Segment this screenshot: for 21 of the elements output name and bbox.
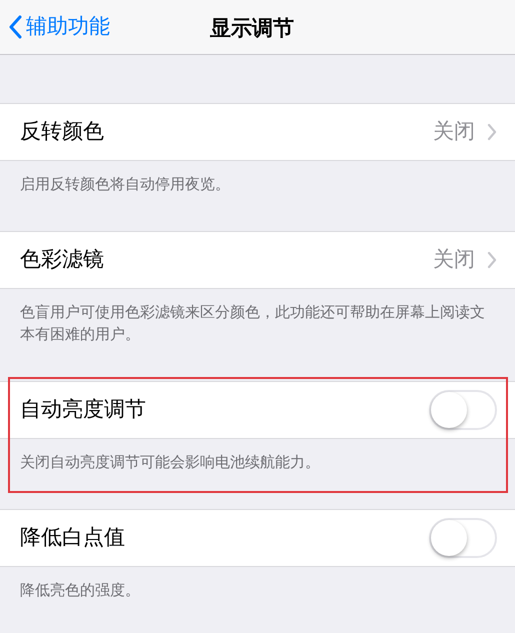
row-value: 关闭 (433, 246, 475, 274)
row-value: 关闭 (433, 118, 475, 146)
row-title: 反转颜色 (20, 118, 104, 146)
toggle-switch[interactable] (429, 390, 497, 430)
row-title: 色彩滤镜 (20, 246, 104, 274)
section-footer: 关闭自动亮度调节可能会影响电池续航能力。 (20, 451, 495, 473)
settings-row[interactable]: 反转颜色 关闭 (0, 103, 515, 161)
chevron-left-icon (8, 15, 22, 39)
section-footer: 启用反转颜色将自动停用夜览。 (20, 173, 495, 195)
settings-row[interactable]: 色彩滤镜 关闭 (0, 231, 515, 289)
back-button[interactable]: 辅助功能 (0, 11, 110, 43)
section-footer: 降低亮色的强度。 (20, 579, 495, 601)
chevron-right-icon (487, 251, 497, 269)
chevron-right-icon (487, 123, 497, 141)
row-title: 降低白点值 (20, 524, 125, 552)
screen-title: 显示调节 (210, 15, 294, 42)
section-footer: 色盲用户可使用色彩滤镜来区分颜色，此功能还可帮助在屏幕上阅读文本有困难的用户。 (20, 301, 495, 345)
settings-row[interactable]: 自动亮度调节 (0, 381, 515, 439)
row-title: 自动亮度调节 (20, 396, 146, 424)
settings-row[interactable]: 降低白点值 (0, 509, 515, 567)
toggle-switch[interactable] (429, 518, 497, 558)
